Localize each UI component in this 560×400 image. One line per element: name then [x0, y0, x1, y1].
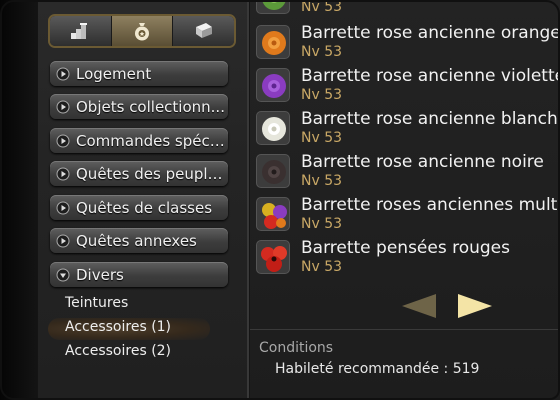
list-item[interactable]: Barrette rose ancienne orange Nv 53 — [256, 23, 560, 65]
list-item[interactable]: Barrette rose ancienne violette Nv 53 — [256, 66, 560, 108]
subcategory-accessoires-1[interactable]: Accessoires (1) — [65, 319, 171, 335]
category-quetes-classes[interactable]: Quêtes de classes — [50, 195, 228, 220]
item-icon — [256, 0, 290, 14]
item-level: Nv 53 — [301, 216, 343, 232]
conditions-divider — [250, 329, 560, 330]
category-quetes-annexes[interactable]: Quêtes annexes — [50, 228, 228, 253]
chevron-right-icon — [56, 167, 70, 180]
item-icon — [256, 197, 290, 231]
category-label: Logement — [76, 64, 152, 83]
list-item[interactable]: Barrette rose ancienne noire Nv 53 — [256, 152, 560, 194]
chevron-down-icon — [56, 268, 70, 281]
item-level: Nv 53 — [301, 130, 343, 146]
item-icon — [256, 154, 290, 188]
item-level: Nv 53 — [301, 259, 343, 275]
item-name: Barrette rose ancienne orange — [301, 23, 560, 43]
chevron-right-icon — [56, 100, 70, 113]
chevron-right-icon — [56, 67, 70, 80]
item-icon — [256, 111, 290, 145]
category-label: Quêtes des peuple... — [76, 164, 228, 183]
item-icon — [256, 240, 290, 274]
category-divers[interactable]: Divers — [50, 262, 228, 287]
category-quetes-peuples[interactable]: Quêtes des peuple... — [50, 161, 228, 186]
chevron-right-icon — [56, 201, 70, 214]
item-level: Nv 53 — [301, 87, 343, 103]
tab-book[interactable] — [173, 16, 234, 46]
tab-money-bag[interactable] — [111, 16, 174, 46]
conditions-requirement: Habileté recommandée : 519 — [275, 361, 480, 377]
category-label: Quêtes annexes — [76, 231, 197, 250]
category-objets-collectionnables[interactable]: Objets collectionn... — [50, 94, 228, 119]
list-item[interactable]: Nv 53 — [256, 0, 560, 20]
left-shadow-band — [0, 0, 38, 400]
list-item[interactable]: Barrette pensées rouges Nv 53 — [256, 238, 560, 280]
book-icon — [195, 23, 212, 38]
item-level: Nv 53 — [301, 0, 343, 15]
chevron-right-icon — [56, 134, 70, 147]
list-item[interactable]: Barrette rose ancienne blanche Nv 53 — [256, 109, 560, 151]
category-commandes-speciales[interactable]: Commandes spéci... — [50, 128, 228, 153]
category-label: Commandes spéci... — [76, 131, 228, 150]
item-name: Barrette roses anciennes multi — [301, 195, 560, 215]
chart-steps-icon — [71, 23, 88, 39]
category-label: Quêtes de classes — [76, 198, 213, 217]
item-name: Barrette rose ancienne blanche — [301, 109, 560, 129]
category-label: Divers — [76, 265, 124, 284]
item-name: Barrette pensées rouges — [301, 238, 510, 258]
list-item[interactable]: Barrette roses anciennes multi Nv 53 — [256, 195, 560, 237]
item-icon — [256, 68, 290, 102]
subcategory-accessoires-2[interactable]: Accessoires (2) — [65, 343, 171, 359]
category-label: Objets collectionn... — [76, 97, 225, 116]
subcategory-teintures[interactable]: Teintures — [65, 295, 128, 311]
chevron-right-icon — [56, 234, 70, 247]
item-icon — [256, 25, 290, 59]
item-name: Barrette rose ancienne noire — [301, 152, 544, 172]
item-level: Nv 53 — [301, 44, 343, 60]
item-name: Barrette rose ancienne violette — [301, 66, 560, 86]
window: Logement Objets collectionn... Commandes… — [0, 0, 560, 400]
pager — [400, 292, 500, 320]
triangle-right-icon[interactable] — [456, 292, 494, 320]
conditions-title: Conditions — [259, 340, 334, 356]
category-logement[interactable]: Logement — [50, 61, 228, 86]
item-level: Nv 53 — [301, 173, 343, 189]
tab-bar — [48, 14, 236, 48]
money-bag-icon — [135, 23, 149, 41]
triangle-left-icon[interactable] — [400, 292, 438, 320]
tab-steps[interactable] — [50, 16, 112, 46]
